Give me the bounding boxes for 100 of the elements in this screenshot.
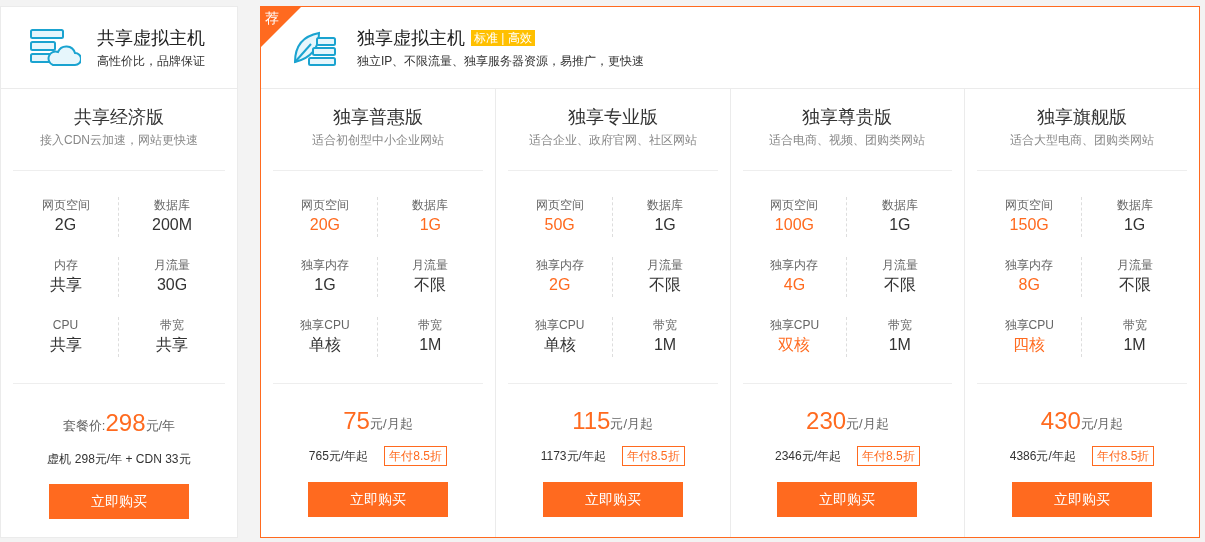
spec-value: 双核 bbox=[778, 335, 811, 355]
spec-label: 独享内存 bbox=[770, 257, 819, 273]
yearly-price: 4386元/年起 bbox=[1009, 448, 1076, 465]
spec-value: 不限 bbox=[1118, 275, 1151, 295]
section-title: 共享虚拟主机 bbox=[97, 26, 205, 50]
discount-tag: 年付8.5折 bbox=[1091, 446, 1155, 466]
spec-value: 8G bbox=[1018, 275, 1040, 295]
buy-button[interactable]: 立即购买 bbox=[49, 484, 189, 519]
price-unit: 元/月起 bbox=[1080, 416, 1124, 433]
spec-label: 独享CPU bbox=[300, 317, 350, 333]
plan-description: 接入CDN云加速，网站更快速 bbox=[40, 132, 198, 149]
spec-value: 200M bbox=[152, 215, 192, 235]
plan-name: 独享专业版 bbox=[567, 106, 658, 129]
spec-label: 带宽 bbox=[1122, 317, 1147, 333]
plan-name: 独享旗舰版 bbox=[1037, 106, 1128, 129]
spec-label: 带宽 bbox=[418, 317, 443, 333]
spec-value: 1M bbox=[1123, 335, 1146, 355]
spec-label: 数据库 bbox=[154, 197, 190, 213]
yearly-price: 1173元/年起 bbox=[540, 448, 606, 465]
buy-button[interactable]: 立即购买 bbox=[777, 482, 918, 517]
spec-label: 月流量 bbox=[1116, 257, 1153, 273]
spec-label: CPU bbox=[52, 317, 79, 333]
spec-label: 带宽 bbox=[887, 317, 912, 333]
spec-value: 150G bbox=[1009, 215, 1049, 235]
spec-value: 单核 bbox=[543, 335, 576, 355]
spec-label: 网页空间 bbox=[41, 197, 90, 213]
spec-value: 1G bbox=[889, 215, 911, 235]
spec-label: 网页空间 bbox=[770, 197, 819, 213]
server-cloud-icon bbox=[29, 27, 81, 68]
spec-label: 数据库 bbox=[881, 197, 918, 213]
corner-badge: 荐 bbox=[261, 7, 301, 47]
price-amount: 115 bbox=[572, 408, 611, 434]
section-subtitle: 独立IP、不限流量、独享服务器资源，易推广，更快速 bbox=[357, 52, 645, 70]
yearly-price: 2346元/年起 bbox=[775, 448, 842, 465]
spec-label: 月流量 bbox=[412, 257, 449, 273]
spec-value: 1M bbox=[888, 335, 911, 355]
spec-label: 月流量 bbox=[881, 257, 918, 273]
price-unit: 元/月起 bbox=[369, 416, 413, 433]
spec-value: 1G bbox=[1123, 215, 1146, 235]
spec-label: 带宽 bbox=[653, 317, 678, 333]
spec-label: 网页空间 bbox=[300, 197, 349, 213]
spec-label: 独享内存 bbox=[535, 257, 584, 273]
spec-label: 独享内存 bbox=[1005, 257, 1054, 273]
spec-label: 独享内存 bbox=[300, 257, 349, 273]
section-subtitle: 高性价比，品牌保证 bbox=[97, 52, 205, 70]
price-amount: 430 bbox=[1040, 408, 1081, 434]
spec-label: 独享CPU bbox=[1004, 317, 1054, 333]
spec-label: 独享CPU bbox=[769, 317, 820, 333]
tag-label: 标准 | 高效 bbox=[471, 29, 535, 46]
price-unit: 元/年 bbox=[145, 418, 176, 435]
price-prefix: 套餐价: bbox=[62, 418, 106, 435]
section-title: 独享虚拟主机 bbox=[357, 26, 465, 50]
spec-value: 50G bbox=[544, 215, 575, 235]
spec-value: 共享 bbox=[49, 275, 82, 295]
price-amount: 230 bbox=[806, 408, 847, 434]
spec-value: 1M bbox=[419, 335, 442, 355]
spec-label: 内存 bbox=[53, 257, 78, 273]
spec-value: 2G bbox=[549, 275, 571, 295]
spec-label: 网页空间 bbox=[535, 197, 584, 213]
spec-value: 共享 bbox=[156, 335, 188, 355]
spec-value: 1G bbox=[314, 275, 336, 295]
spec-value: 不限 bbox=[649, 275, 682, 295]
spec-value: 2G bbox=[54, 215, 77, 235]
price-unit: 元/月起 bbox=[610, 416, 654, 433]
spec-value: 1M bbox=[653, 335, 677, 355]
spec-value: 1G bbox=[654, 215, 676, 235]
spec-label: 数据库 bbox=[647, 197, 684, 213]
discount-tag: 年付8.5折 bbox=[384, 446, 447, 466]
spec-value: 共享 bbox=[49, 335, 82, 355]
spec-value: 4G bbox=[783, 275, 806, 295]
spec-value: 不限 bbox=[414, 275, 447, 295]
spec-value: 不限 bbox=[883, 275, 916, 295]
spec-value: 四核 bbox=[1013, 335, 1046, 355]
plan-description: 适合企业、政府官网、社区网站 bbox=[528, 132, 697, 149]
plan-name: 独享尊贵版 bbox=[802, 106, 893, 129]
plan-name: 独享普惠版 bbox=[332, 106, 423, 129]
price-note: 虚机 298元/年 + CDN 33元 bbox=[47, 451, 191, 468]
spec-value: 30G bbox=[156, 275, 188, 295]
buy-button[interactable]: 立即购买 bbox=[542, 482, 683, 517]
spec-label: 数据库 bbox=[412, 197, 449, 213]
yearly-price: 765元/年起 bbox=[308, 448, 369, 465]
buy-button[interactable]: 立即购买 bbox=[1012, 482, 1153, 517]
spec-label: 网页空间 bbox=[1005, 197, 1054, 213]
spec-label: 独享CPU bbox=[535, 317, 585, 333]
spec-label: 数据库 bbox=[1116, 197, 1153, 213]
spec-value: 100G bbox=[774, 215, 814, 235]
discount-tag: 年付8.5折 bbox=[621, 446, 685, 466]
buy-button[interactable]: 立即购买 bbox=[307, 482, 448, 517]
price-amount: 75 bbox=[343, 408, 370, 434]
discount-tag: 年付8.5折 bbox=[857, 446, 920, 466]
spec-label: 月流量 bbox=[154, 257, 190, 273]
spec-label: 带宽 bbox=[160, 317, 184, 333]
plan-name: 共享经济版 bbox=[74, 106, 164, 129]
plan-description: 适合大型电商、团购类网站 bbox=[1010, 132, 1155, 149]
spec-value: 单核 bbox=[308, 335, 341, 355]
price-amount: 298 bbox=[105, 410, 146, 436]
plan-description: 适合初创型中小企业网站 bbox=[311, 132, 444, 149]
spec-value: 20G bbox=[309, 215, 341, 235]
spec-value: 1G bbox=[419, 215, 441, 235]
spec-label: 月流量 bbox=[647, 257, 684, 273]
